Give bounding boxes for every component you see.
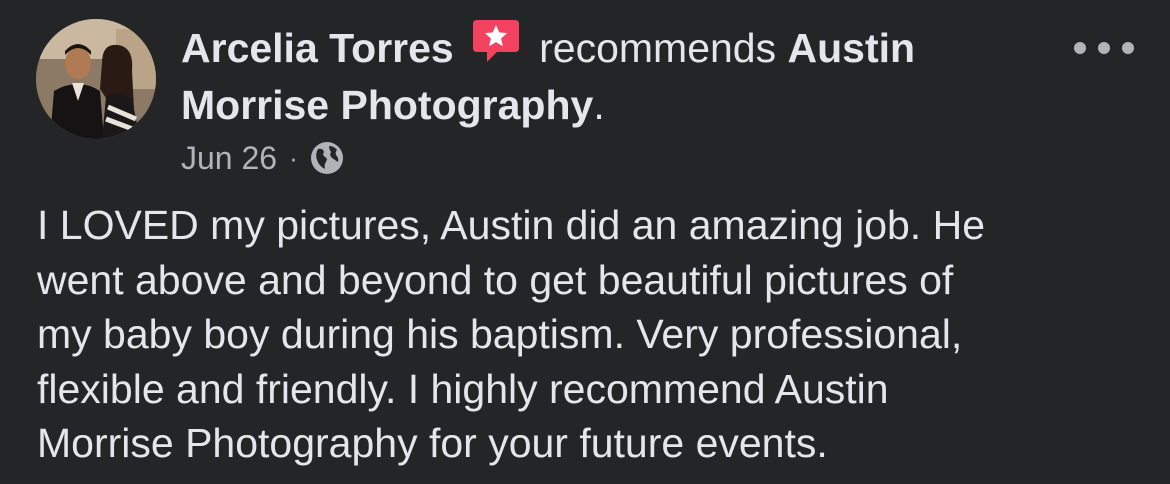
more-options-icon[interactable] [1074, 30, 1134, 66]
more-dot [1098, 42, 1110, 54]
post-meta: Jun 26 · [181, 136, 345, 180]
post-body-line: flexible and friendly. I highly recommen… [37, 365, 889, 412]
post-body-line: I LOVED my pictures, Austin did an amazi… [37, 202, 986, 248]
author-avatar[interactable] [36, 19, 156, 139]
globe-icon[interactable] [309, 140, 345, 176]
recommends-verb: recommends [539, 25, 777, 71]
recommendation-star-icon [473, 20, 520, 62]
meta-separator: · [289, 142, 298, 173]
author-name[interactable]: Arcelia Torres [181, 25, 454, 71]
post-header: Arcelia Torres recommends Austin Morrise… [181, 16, 1021, 134]
more-dot [1074, 42, 1086, 54]
recommendation-post: Arcelia Torres recommends Austin Morrise… [0, 0, 1170, 484]
page-suffix: . [593, 82, 605, 128]
more-dot [1122, 42, 1134, 54]
post-body-line: my baby boy during his baptism. Very pro… [37, 311, 963, 357]
avatar-photo [36, 19, 156, 139]
post-body: I LOVED my pictures, Austin did an amazi… [37, 198, 1137, 471]
post-date[interactable]: Jun 26 [181, 140, 277, 177]
post-body-line: Morrise Photography for your future even… [37, 420, 828, 466]
post-body-line: went above and beyond to get beautiful p… [37, 256, 954, 303]
